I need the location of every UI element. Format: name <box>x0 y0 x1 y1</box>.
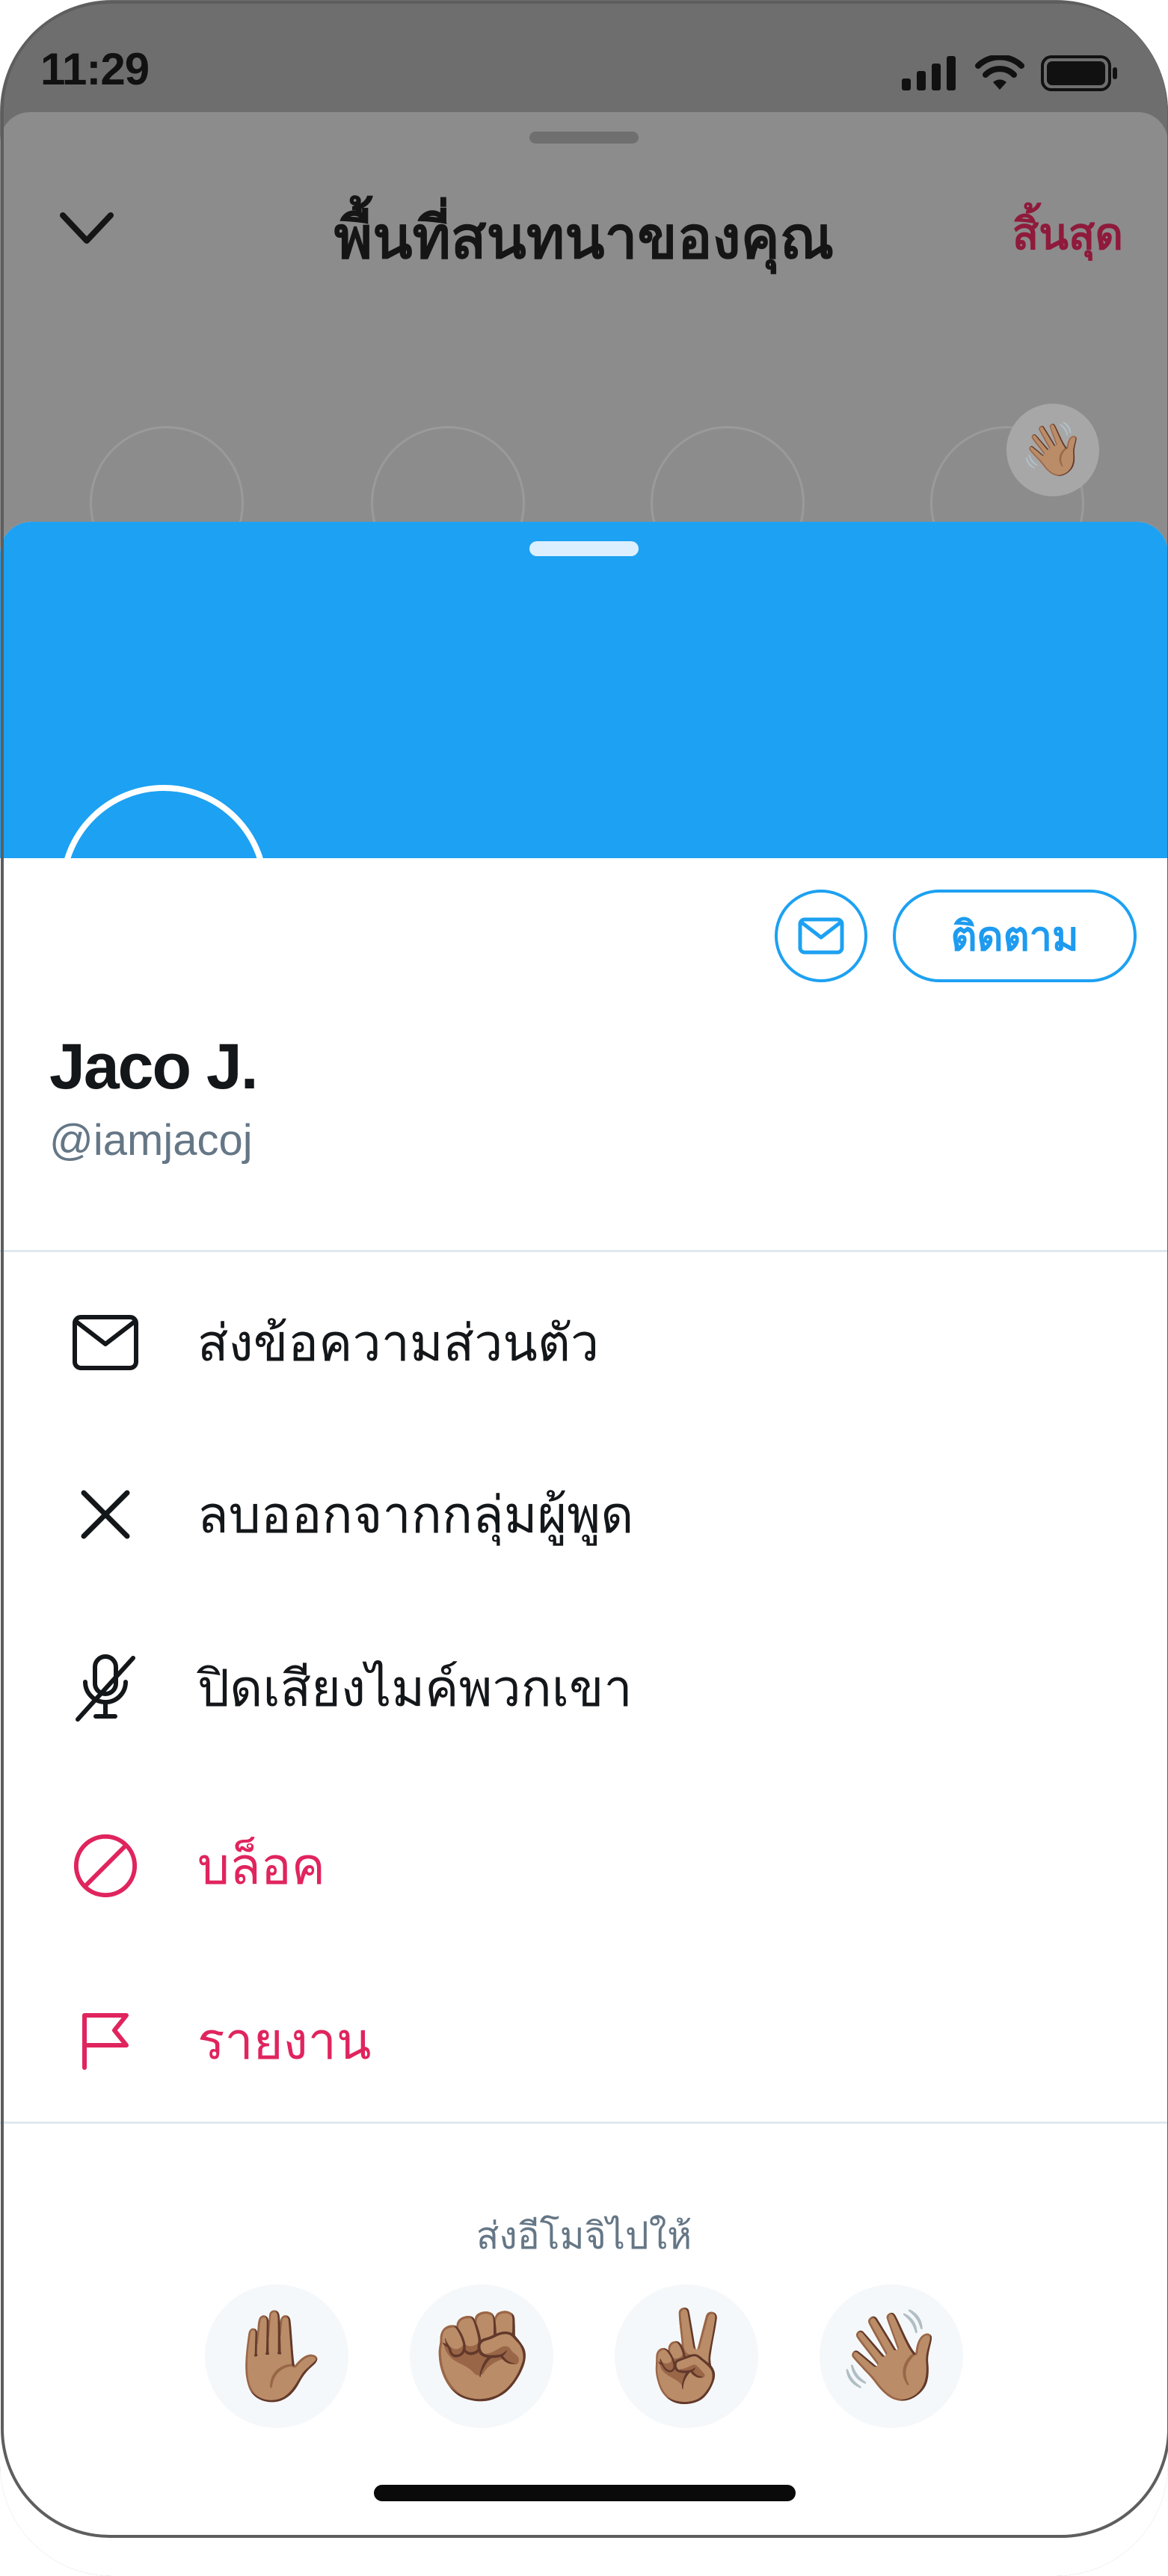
cellular-signal-icon <box>902 56 956 90</box>
menu-item-label: ปิดเสียงไมค์พวกเขา <box>197 1660 633 1717</box>
menu-item-mute-mic[interactable]: ปิดเสียงไมค์พวกเขา <box>0 1613 1168 1763</box>
username-handle: @iamjacoj <box>49 1116 253 1165</box>
home-indicator[interactable] <box>374 2485 796 2501</box>
divider <box>0 2121 1168 2124</box>
emoji-waving-hand-button[interactable]: 👋🏽 <box>820 2284 963 2428</box>
menu-item-report[interactable]: รายงาน <box>0 1966 1168 2116</box>
menu-item-label: รายงาน <box>197 2013 372 2070</box>
end-space-button[interactable]: สิ้นสุด <box>1012 199 1123 268</box>
envelope-icon <box>72 1309 139 1376</box>
emoji-caption: ส่งอีโมจิไปให้ <box>476 2215 692 2257</box>
wifi-icon <box>975 55 1024 90</box>
follow-button[interactable]: ติดตาม <box>893 890 1137 982</box>
envelope-icon <box>798 917 844 955</box>
battery-icon <box>1041 55 1117 91</box>
close-icon <box>72 1481 139 1548</box>
menu-item-remove-speaker[interactable]: ลบออกจากกลุ่มผู้พูด <box>0 1440 1168 1589</box>
sheet-drag-handle[interactable] <box>529 541 639 556</box>
menu-item-label: ลบออกจากกลุ่มผู้พูด <box>197 1487 634 1544</box>
profile-sheet: ติดตาม Jaco J. @iamjacoj ส่งข้อความส่วนต… <box>0 522 1168 2576</box>
menu-item-label: บล็อค <box>197 1838 326 1895</box>
display-name: Jaco J. <box>49 1031 259 1103</box>
emoji-victory-hand-button[interactable]: ✌🏽 <box>615 2284 758 2428</box>
menu-item-block[interactable]: บล็อค <box>0 1791 1168 1941</box>
direct-message-button[interactable] <box>775 890 867 982</box>
status-bar: 11:29 <box>0 0 1168 112</box>
divider <box>0 1250 1168 1252</box>
block-icon <box>72 1832 139 1899</box>
status-time: 11:29 <box>40 44 150 94</box>
menu-item-label: ส่งข้อความส่วนตัว <box>197 1315 600 1372</box>
emoji-fist-button[interactable]: ✊🏽 <box>410 2284 553 2428</box>
waving-hand-emoji: 👋🏽 <box>1006 404 1099 496</box>
status-icons <box>902 55 1119 91</box>
flag-icon <box>72 2007 139 2074</box>
mic-off-icon <box>72 1654 139 1722</box>
phone-screen: 11:29 พื้นที่สนทนาของคุณ สิ้นสุด 👋🏽 ติดต… <box>0 0 1168 2576</box>
space-title: พื้นที่สนทนาของคุณ <box>334 205 834 271</box>
emoji-raised-hand-button[interactable]: ✋🏽 <box>205 2284 348 2428</box>
avatar[interactable] <box>60 785 268 993</box>
background-drag-handle[interactable] <box>529 132 639 144</box>
menu-item-send-message[interactable]: ส่งข้อความส่วนตัว <box>0 1268 1168 1417</box>
